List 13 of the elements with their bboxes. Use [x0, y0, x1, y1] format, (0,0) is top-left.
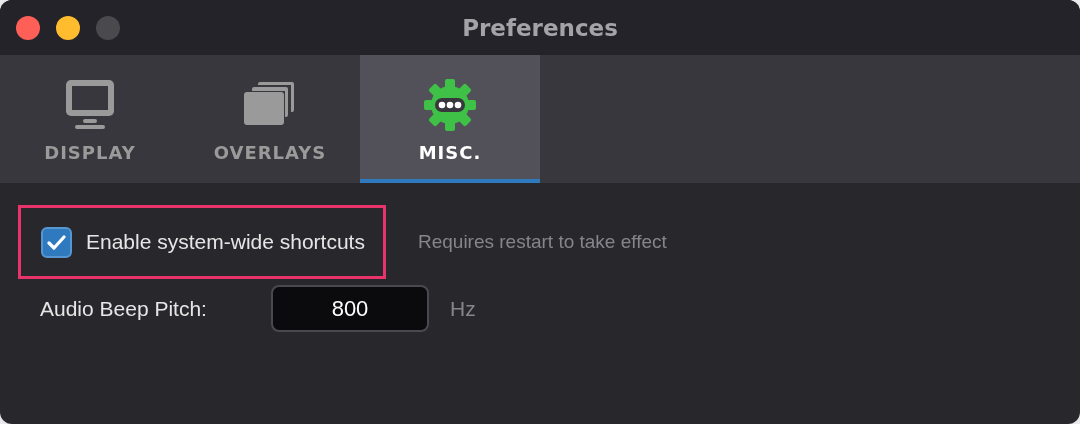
- checkmark-icon: [47, 234, 66, 250]
- checkbox-label[interactable]: Enable system-wide shortcuts: [86, 230, 365, 254]
- monitor-icon: [63, 78, 117, 132]
- close-button[interactable]: [16, 15, 40, 40]
- field-label: Audio Beep Pitch:: [40, 296, 208, 321]
- unit-label: Hz: [450, 296, 476, 321]
- hint-text: Requires restart to take effect: [417, 231, 667, 253]
- number-field[interactable]: 800: [271, 285, 429, 332]
- tab[interactable]: MISC.: [360, 55, 540, 183]
- minimize-button[interactable]: [56, 15, 80, 40]
- gear-icon: [423, 78, 477, 132]
- checkbox[interactable]: [41, 226, 72, 258]
- window-title: Preferences: [462, 14, 618, 41]
